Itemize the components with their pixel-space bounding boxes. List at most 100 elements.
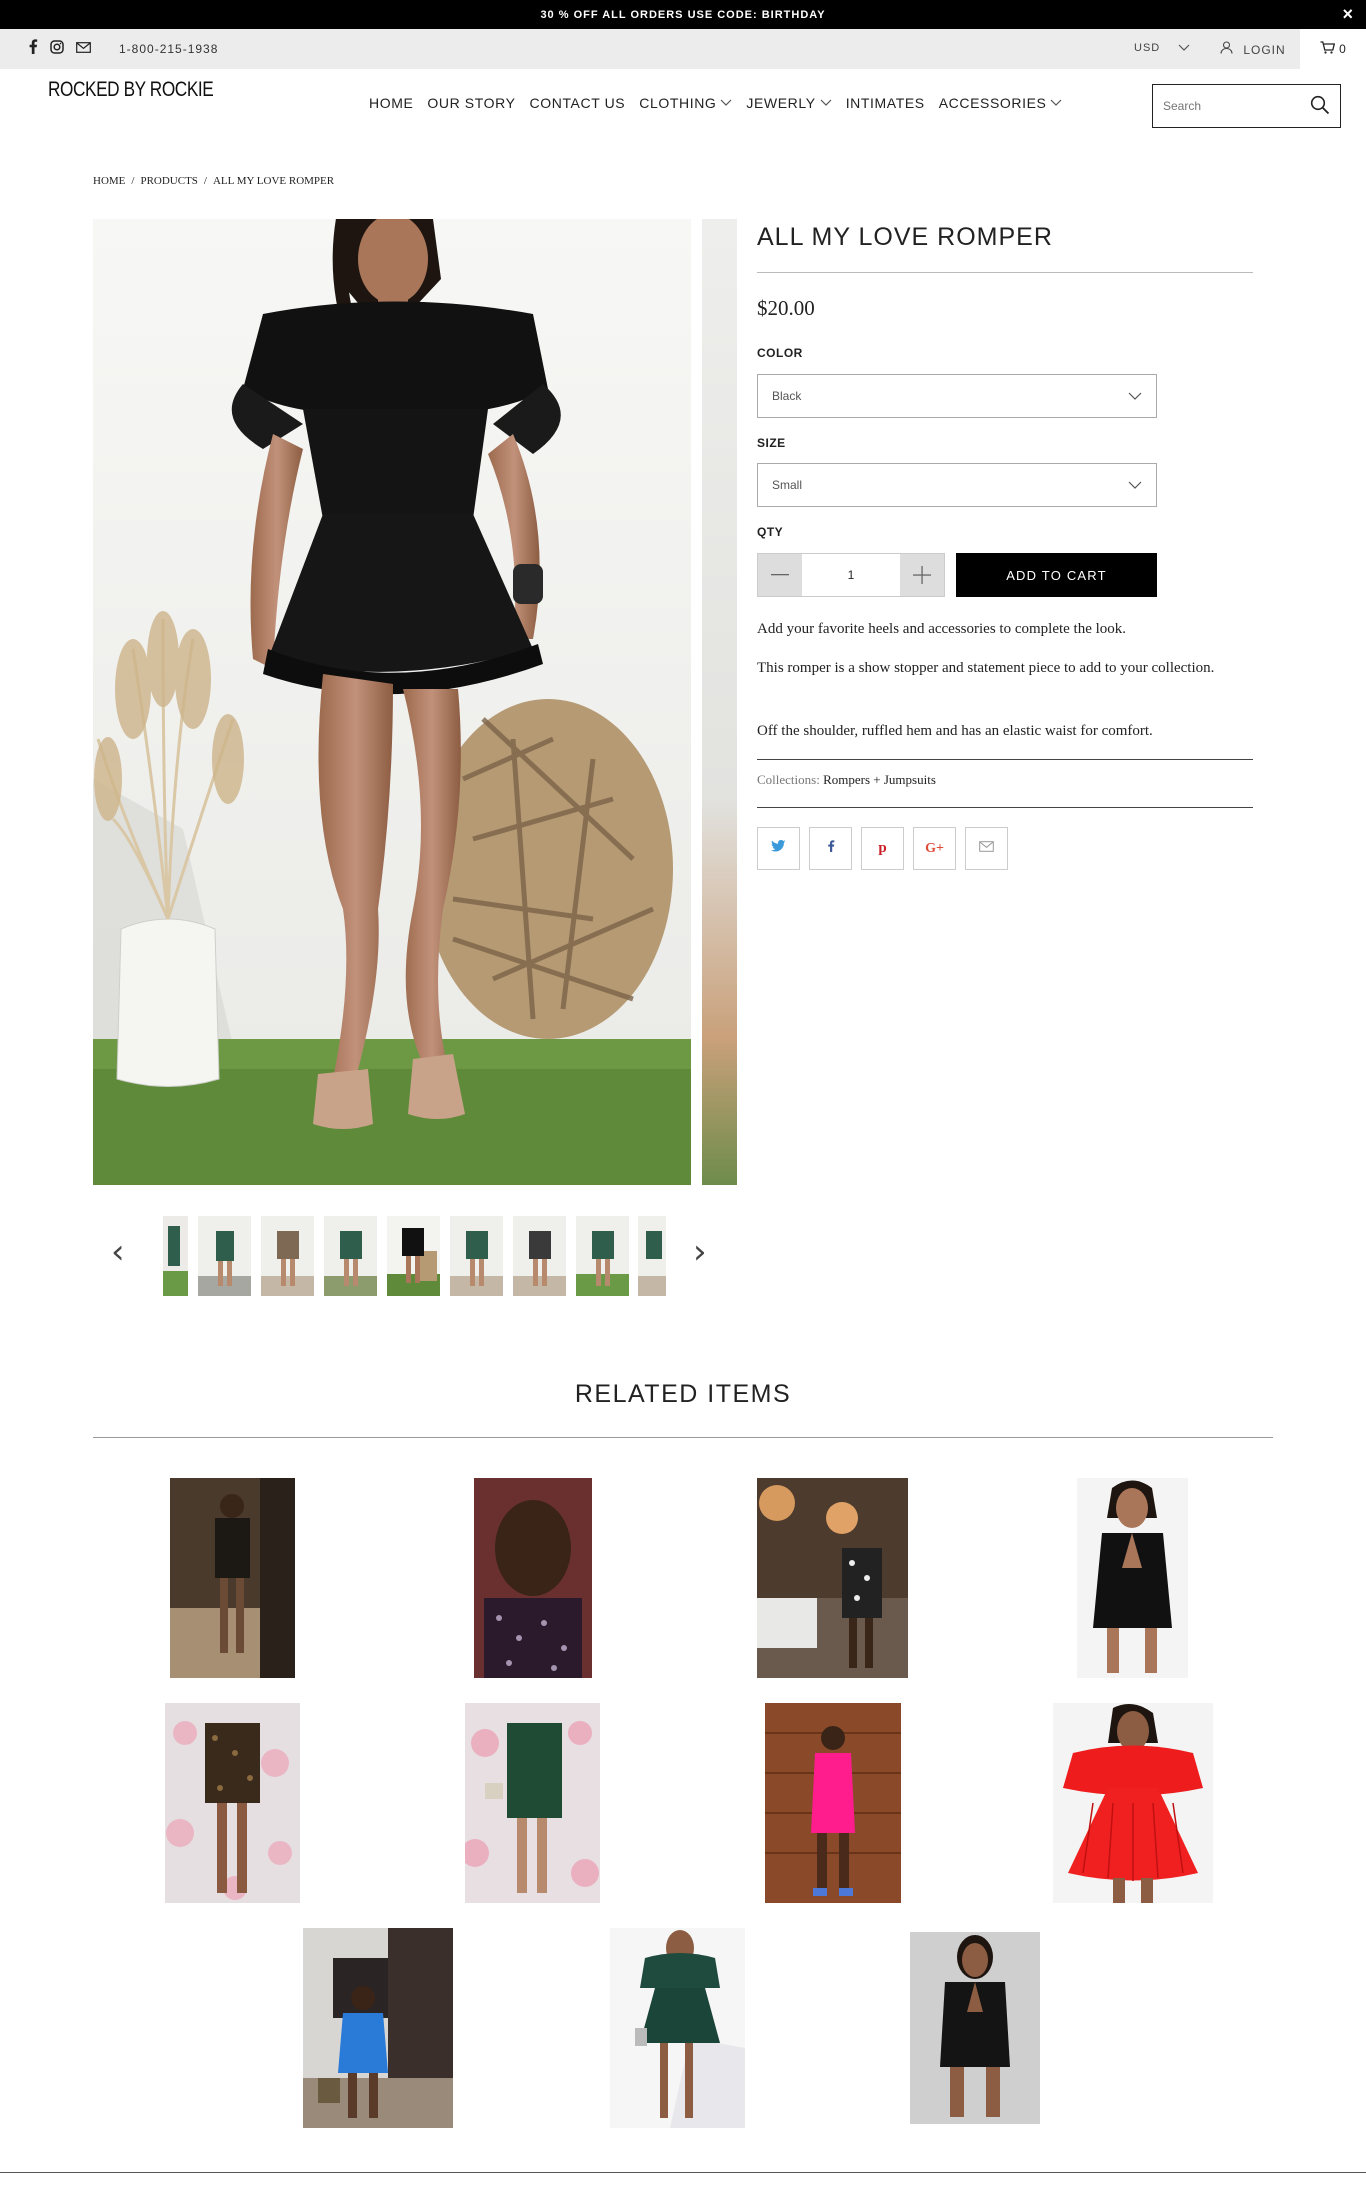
thumbnail-selected[interactable] <box>387 1216 440 1296</box>
google-plus-icon: G+ <box>925 840 944 856</box>
related-product-image[interactable] <box>1053 1703 1213 1903</box>
share-buttons: p G+ <box>757 827 1008 870</box>
nav-item-intimates[interactable]: INTIMATES <box>846 95 925 111</box>
chevron-down-icon <box>1128 389 1142 403</box>
chevron-left-icon[interactable]: ‹ <box>111 1232 125 1272</box>
product-title: ALL MY LOVE ROMPER <box>757 223 1053 251</box>
footer-divider <box>0 2172 1366 2173</box>
qty-label: QTY <box>757 525 784 539</box>
related-product-image[interactable] <box>165 1703 300 1903</box>
chevron-down-icon <box>820 98 832 109</box>
add-to-cart-button[interactable]: ADD TO CART <box>956 553 1157 597</box>
related-product-image[interactable] <box>474 1478 592 1678</box>
related-product-image[interactable] <box>170 1478 295 1678</box>
thumbnail[interactable] <box>261 1216 314 1296</box>
phone-number[interactable]: 1-800-215-1938 <box>119 42 218 56</box>
nav-label: HOME <box>369 95 414 111</box>
plus-icon[interactable] <box>900 554 944 596</box>
facebook-icon[interactable] <box>28 39 38 57</box>
collections-line: Collections: Rompers + Jumpsuits <box>757 772 936 788</box>
related-product-image[interactable] <box>765 1703 901 1903</box>
email-icon[interactable] <box>76 41 91 56</box>
breadcrumb-home[interactable]: HOME <box>93 175 125 187</box>
nav-item-home[interactable]: HOME <box>369 95 413 111</box>
close-icon[interactable]: × <box>1342 4 1354 24</box>
nav-label: OUR STORY <box>427 95 516 111</box>
collections-label: Collections: <box>757 772 820 787</box>
user-icon <box>1220 41 1237 57</box>
thumbnail[interactable] <box>450 1216 503 1296</box>
thumbnail[interactable] <box>513 1216 566 1296</box>
color-select-value: Black <box>772 389 802 403</box>
cart-button[interactable]: 0 <box>1300 29 1366 69</box>
next-product-image-preview[interactable] <box>702 219 737 1185</box>
nav-label: INTIMATES <box>845 95 925 111</box>
nav-item-jewerly[interactable]: JEWERLY <box>746 95 832 111</box>
divider <box>757 272 1253 273</box>
breadcrumb-current: ALL MY LOVE ROMPER <box>212 175 335 187</box>
twitter-share-button[interactable] <box>757 827 800 870</box>
related-product-image[interactable] <box>757 1478 908 1678</box>
nav-item-clothing[interactable]: CLOTHING <box>639 95 732 111</box>
search-input[interactable] <box>1163 99 1303 113</box>
breadcrumb-separator: / <box>203 175 207 187</box>
nav-label: ACCESSORIES <box>938 95 1047 111</box>
chevron-down-icon <box>1050 98 1062 109</box>
breadcrumb: HOME / PRODUCTS / ALL MY LOVE ROMPER <box>93 175 334 187</box>
nav-item-contact-us[interactable]: CONTACT US <box>530 95 626 111</box>
instagram-icon[interactable] <box>50 39 64 57</box>
related-product-image[interactable] <box>303 1928 453 2128</box>
facebook-share-button[interactable] <box>809 827 852 870</box>
chevron-down-icon <box>720 98 732 109</box>
thumbnail[interactable] <box>163 1216 188 1296</box>
size-select-value: Small <box>772 478 803 492</box>
minus-icon[interactable] <box>758 554 802 596</box>
site-logo[interactable]: ROCKED BY ROCKIE <box>48 78 214 102</box>
thumbnail[interactable] <box>198 1216 251 1296</box>
email-share-button[interactable] <box>965 827 1008 870</box>
nav-label: JEWERLY <box>746 95 816 111</box>
thumbnail[interactable] <box>638 1216 666 1296</box>
main-navigation: HOME OUR STORY CONTACT US CLOTHING JEWER… <box>369 95 1062 111</box>
thumbnail[interactable] <box>576 1216 629 1296</box>
chevron-right-icon[interactable]: › <box>693 1232 707 1272</box>
social-links <box>28 39 91 57</box>
thumbnail[interactable] <box>324 1216 377 1296</box>
login-label: LOGIN <box>1243 43 1286 57</box>
nav-item-accessories[interactable]: ACCESSORIES <box>939 95 1063 111</box>
description-paragraph: This romper is a show stopper and statem… <box>757 660 1215 676</box>
cart-count: 0 <box>1339 42 1346 56</box>
product-main-image[interactable] <box>93 219 691 1185</box>
quantity-input[interactable]: 1 <box>802 554 900 596</box>
related-items-heading: RELATED ITEMS <box>574 1380 792 1408</box>
nav-item-our-story[interactable]: OUR STORY <box>427 95 515 111</box>
twitter-icon <box>771 839 786 857</box>
cart-icon <box>1320 41 1336 57</box>
search-icon[interactable] <box>1310 95 1330 120</box>
divider <box>757 807 1253 808</box>
related-product-image[interactable] <box>465 1703 600 1903</box>
breadcrumb-products[interactable]: PRODUCTS <box>140 175 197 187</box>
product-price: $20.00 <box>757 296 815 320</box>
chevron-down-icon <box>1178 43 1190 54</box>
google-plus-share-button[interactable]: G+ <box>913 827 956 870</box>
divider <box>757 759 1253 760</box>
color-label: COLOR <box>757 346 803 360</box>
related-product-image[interactable] <box>1077 1478 1188 1678</box>
pinterest-share-button[interactable]: p <box>861 827 904 870</box>
currency-value: USD <box>1134 42 1161 54</box>
divider <box>93 1437 1273 1438</box>
thumbnail-carousel: ‹ › <box>93 1210 733 1300</box>
currency-selector[interactable]: USD <box>1134 42 1190 54</box>
quantity-stepper: 1 <box>757 553 945 597</box>
related-product-image[interactable] <box>610 1928 745 2128</box>
chevron-down-icon <box>1128 478 1142 492</box>
related-product-image[interactable] <box>910 1932 1040 2124</box>
pinterest-icon: p <box>878 840 887 856</box>
nav-label: CLOTHING <box>639 95 717 111</box>
description-paragraph: Off the shoulder, ruffled hem and has an… <box>757 723 1153 739</box>
color-select[interactable]: Black <box>757 374 1157 418</box>
collections-link[interactable]: Rompers + Jumpsuits <box>823 772 936 787</box>
size-select[interactable]: Small <box>757 463 1157 507</box>
login-link[interactable]: LOGIN <box>1220 41 1286 57</box>
